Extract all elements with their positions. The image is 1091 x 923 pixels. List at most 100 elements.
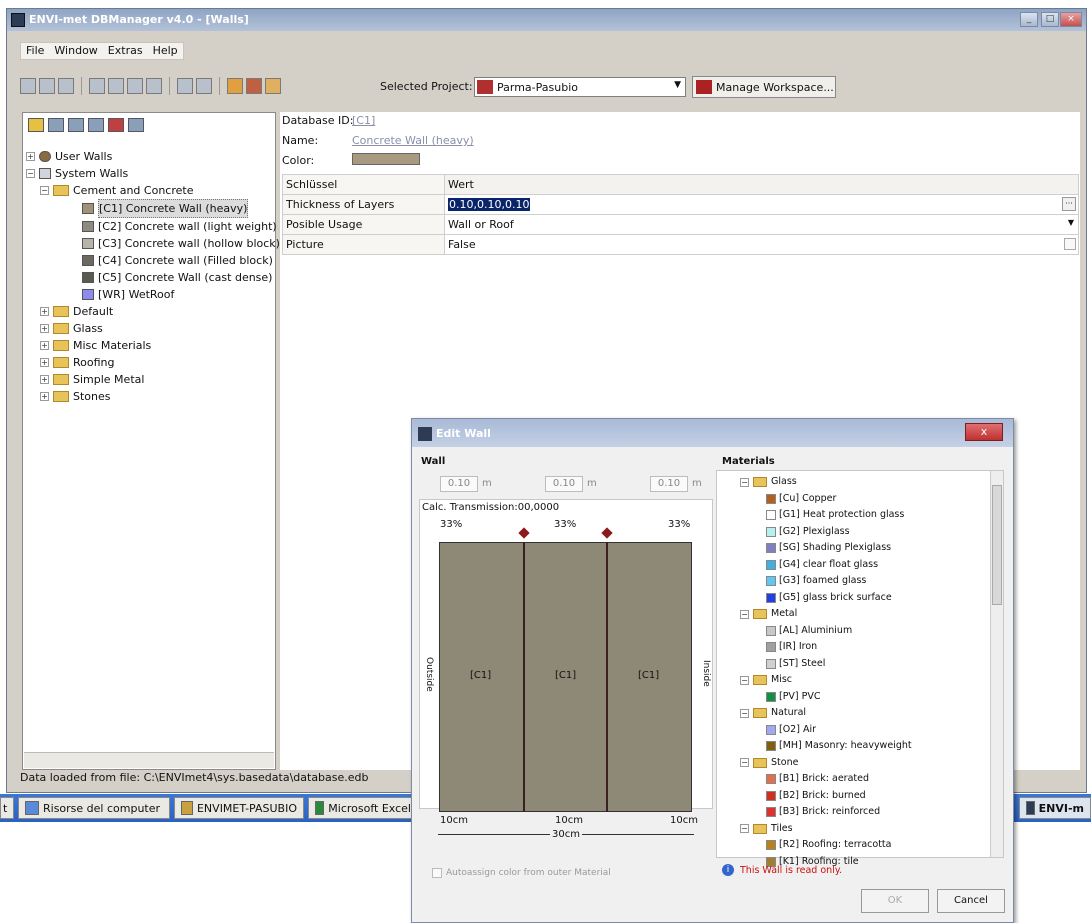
tree-item-wall[interactable]: [C2] Concrete wall (light weight) [26,218,280,235]
material-folder[interactable]: − Natural [740,705,912,722]
taskbar-item-envimet[interactable]: ENVI-m [1019,797,1091,819]
ok-button[interactable]: OK [861,889,929,913]
save-all-icon[interactable] [39,78,55,94]
new-folder-icon[interactable] [28,118,44,132]
tree-item-wall[interactable]: [C5] Concrete Wall (cast dense) [26,269,280,286]
material-item[interactable]: [AL] Aluminium [740,623,912,640]
tree-item-wall[interactable]: [C3] Concrete wall (hollow block) [26,235,280,252]
tree-node-user-walls[interactable]: + User Walls [26,148,280,165]
tree-node-cement-and-concrete[interactable]: − Cement and Concrete [26,182,280,199]
tree-node-system-walls[interactable]: − System Walls [26,165,280,182]
tree-item-wall[interactable]: [WR] WetRoof [26,286,280,303]
material-item[interactable]: [MH] Masonry: heavyweight [740,738,912,755]
add-wall-icon[interactable] [88,118,104,132]
material-item[interactable]: [SG] Shading Plexiglass [740,540,912,557]
collapse-icon[interactable]: − [740,708,749,718]
layer-divider[interactable] [606,542,608,812]
folder-open-icon[interactable] [227,78,243,94]
material-folder[interactable]: − Misc [740,672,912,689]
layer-divider[interactable] [523,542,525,812]
taskbar-item-computer[interactable]: Risorse del computer [18,797,170,819]
thickness-field-3[interactable]: 0.10 [650,476,688,492]
menu-help[interactable]: Help [148,43,183,59]
material-item[interactable]: [B3] Brick: reinforced [740,804,912,821]
wall-color-swatch[interactable] [352,153,420,165]
grid-row[interactable]: Picture False [282,234,1079,255]
database-icon[interactable] [246,78,262,94]
material-item[interactable]: [PV] PVC [740,689,912,706]
close-button[interactable]: × [1060,12,1082,27]
tree-node-stones[interactable]: + Stones [26,388,280,405]
collapse-icon[interactable]: − [40,186,49,195]
menu-window[interactable]: Window [49,43,102,59]
grid-value-cell[interactable]: False [444,234,1079,255]
material-folder[interactable]: − Tiles [740,821,912,838]
material-item[interactable]: [G1] Heat protection glass [740,507,912,524]
ellipsis-button[interactable]: ··· [1062,197,1076,211]
material-folder[interactable]: − Metal [740,606,912,623]
delete-wall-icon[interactable] [108,118,124,132]
manage-workspace-button[interactable]: Manage Workspace... [692,76,836,98]
grid-value-cell[interactable]: 0.10,0.10,0.10 ··· [444,194,1079,215]
copy-icon[interactable] [48,118,64,132]
tile-vertical-icon[interactable] [108,78,124,94]
material-item[interactable]: [O2] Air [740,722,912,739]
collapse-icon[interactable]: − [740,758,749,768]
thickness-field-1[interactable]: 0.10 [440,476,478,492]
lock-icon[interactable] [58,78,74,94]
save-icon[interactable] [20,78,36,94]
minimize-button[interactable]: _ [1020,12,1038,27]
grid-row[interactable]: Posible Usage Wall or Roof ▼ [282,214,1079,235]
collapse-icon[interactable]: − [740,477,749,487]
tree-horizontal-scrollbar[interactable] [24,752,274,768]
tile-horizontal-icon[interactable] [127,78,143,94]
material-item[interactable]: [ST] Steel [740,656,912,673]
menu-file[interactable]: File [21,43,49,59]
tree-item-wall[interactable]: [C1] Concrete Wall (heavy) [26,199,280,218]
expand-icon[interactable]: + [40,358,49,367]
collapse-icon[interactable]: − [26,169,35,178]
grid-value[interactable]: 0.10,0.10,0.10 [448,198,531,211]
material-item[interactable]: [G4] clear float glass [740,557,912,574]
cancel-button[interactable]: Cancel [937,889,1005,913]
expand-icon[interactable]: + [40,375,49,384]
autoassign-checkbox[interactable] [432,868,442,878]
material-item[interactable]: [G3] foamed glass [740,573,912,590]
folder-icon[interactable] [265,78,281,94]
tree-item-wall[interactable]: [C4] Concrete wall (Filled block) [26,252,280,269]
tree-node-glass[interactable]: + Glass [26,320,280,337]
taskbar-item-folder[interactable]: ENVIMET-PASUBIO [174,797,304,819]
paste-icon[interactable] [68,118,84,132]
material-item[interactable]: [B2] Brick: burned [740,788,912,805]
grid-row[interactable]: Thickness of Layers 0.10,0.10,0.10 ··· [282,194,1079,215]
material-item[interactable]: [R2] Roofing: terracotta [740,837,912,854]
material-folder[interactable]: − Stone [740,755,912,772]
project-select[interactable]: Parma-Pasubio ▼ [474,77,686,97]
window-icon[interactable] [89,78,105,94]
dialog-close-button[interactable]: x [965,423,1003,441]
grid-value-cell[interactable]: Wall or Roof ▼ [444,214,1079,235]
collapse-icon[interactable]: − [740,675,749,685]
expand-icon[interactable]: + [40,324,49,333]
cascade-icon[interactable] [146,78,162,94]
material-item[interactable]: [G2] Plexiglass [740,524,912,541]
tree-node-simple-metal[interactable]: + Simple Metal [26,371,280,388]
chevron-down-icon[interactable]: ▼ [1068,218,1074,227]
wrench-icon[interactable] [196,78,212,94]
expand-icon[interactable]: + [40,307,49,316]
collapse-icon[interactable]: − [740,824,749,834]
collapse-icon[interactable]: − [740,609,749,619]
scrollbar-thumb[interactable] [992,485,1002,605]
maximize-button[interactable]: □ [1041,12,1059,27]
expand-icon[interactable]: + [40,392,49,401]
material-item[interactable]: [IR] Iron [740,639,912,656]
edit-wall-icon[interactable] [128,118,144,132]
tree-node-roofing[interactable]: + Roofing [26,354,280,371]
material-item[interactable]: [G5] glass brick surface [740,590,912,607]
expand-icon[interactable]: + [26,152,35,161]
materials-scrollbar[interactable] [990,471,1003,857]
material-item[interactable]: [B1] Brick: aerated [740,771,912,788]
user-icon[interactable] [177,78,193,94]
material-folder[interactable]: − Glass [740,474,912,491]
material-item[interactable]: [Cu] Copper [740,491,912,508]
